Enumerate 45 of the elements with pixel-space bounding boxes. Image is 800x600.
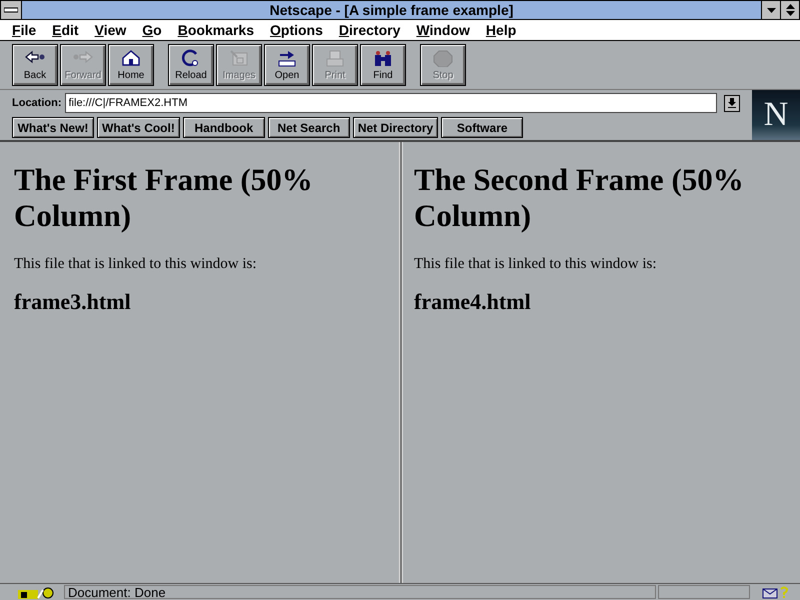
home-icon: [120, 49, 142, 67]
down-arrow-icon: [728, 98, 736, 108]
frame-heading: The First Frame (50% Column): [14, 162, 314, 234]
menu-item[interactable]: Options: [262, 22, 331, 38]
menu-item[interactable]: View: [86, 22, 134, 38]
toolbar-button[interactable]: Open: [264, 44, 310, 86]
down-triangle-icon: [766, 8, 776, 12]
system-menu-button[interactable]: [1, 1, 22, 19]
location-field[interactable]: file:///C|/FRAMEX2.HTM: [64, 93, 716, 113]
binoculars-icon: [372, 49, 394, 67]
menu-item[interactable]: Directory: [330, 22, 408, 38]
body-text: This file that is linked to this window is:: [414, 256, 658, 273]
window-title: Netscape - [A simple frame example]: [268, 2, 514, 18]
file-name-heading: frame3.html: [14, 289, 132, 315]
toolbar-button[interactable]: Find: [360, 44, 406, 86]
body-text: This file that is linked to this window is:: [14, 256, 258, 273]
menu-item[interactable]: Go: [134, 22, 170, 38]
frame-heading: The Second Frame (50% Column): [414, 162, 745, 234]
location-label: Location:: [12, 97, 62, 109]
printer-icon: [324, 49, 346, 67]
directory-button[interactable]: What's Cool!: [97, 117, 180, 138]
file-name-heading: frame4.html: [414, 289, 532, 315]
dropdown-button[interactable]: [724, 94, 740, 112]
up-down-triangle-icon: [786, 4, 794, 16]
menu-item[interactable]: Edit: [44, 22, 87, 38]
toolbar-button[interactable]: Home: [108, 44, 154, 86]
menu-item[interactable]: Bookmarks: [170, 22, 262, 38]
restore-button[interactable]: [780, 1, 799, 19]
minimize-button[interactable]: [761, 1, 780, 19]
stop-sign-icon: [432, 49, 454, 67]
minus-icon: [4, 7, 18, 13]
images-icon: [228, 49, 250, 67]
netscape-logo: N: [752, 90, 800, 140]
directory-button[interactable]: What's New!: [12, 117, 94, 138]
menu-item[interactable]: Window: [408, 22, 478, 38]
directory-button[interactable]: Net Directory: [352, 117, 438, 138]
directory-button[interactable]: Net Search: [268, 117, 350, 138]
directory-button[interactable]: Handbook: [182, 117, 265, 138]
menu-item[interactable]: Help: [478, 22, 524, 38]
toolbar-button[interactable]: Back: [12, 44, 58, 86]
menu-item[interactable]: File: [4, 22, 44, 38]
directory-button[interactable]: Software: [441, 117, 524, 138]
toolbar-button[interactable]: Reload: [168, 44, 214, 86]
open-icon: [276, 49, 298, 67]
status-text: Document: Done: [64, 585, 656, 599]
